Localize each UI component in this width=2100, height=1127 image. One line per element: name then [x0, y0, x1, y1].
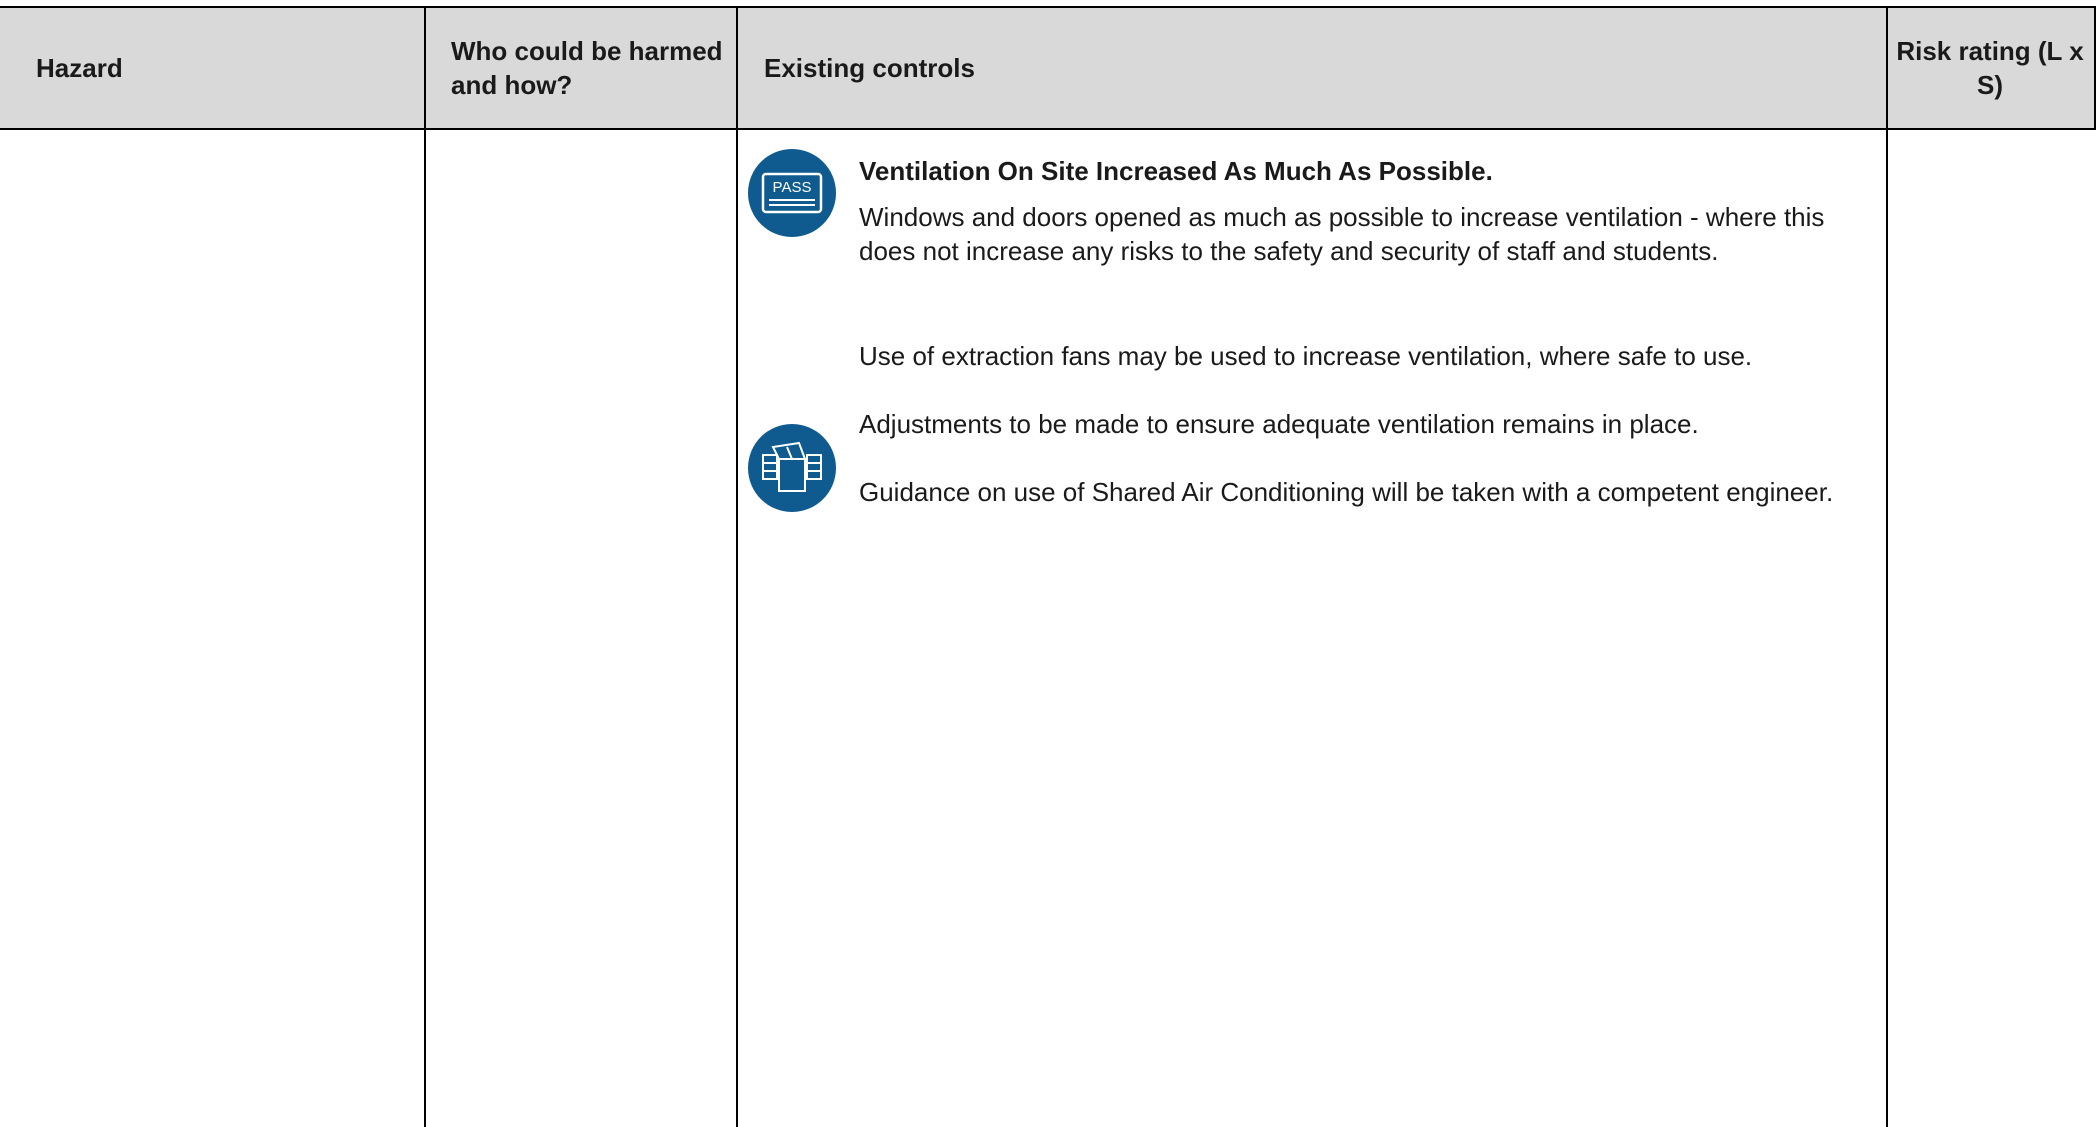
box-icon — [748, 424, 836, 512]
control-title: Ventilation On Site Increased As Much As… — [859, 156, 1493, 186]
header-hazard: Hazard — [36, 53, 123, 83]
control-paragraph: Guidance on use of Shared Air Conditioni… — [859, 477, 1834, 507]
pass-icon-text: PASS — [773, 179, 812, 196]
control-paragraph: Windows and doors opened as much as poss… — [859, 202, 1825, 266]
column-divider-3 — [1886, 6, 1888, 1127]
header-existing-controls: Existing controls — [764, 53, 975, 83]
header-risk-rating: Risk rating (L x S) — [1896, 36, 2084, 100]
pass-card-icon: PASS — [748, 149, 836, 237]
control-paragraph: Use of extraction fans may be used to in… — [859, 341, 1753, 371]
header-right-border — [2094, 6, 2096, 130]
control-paragraph: Adjustments to be made to ensure adequat… — [859, 409, 1699, 439]
column-divider-1 — [424, 6, 426, 1127]
header-who-could-be-harmed: Who could be harmed and how? — [451, 36, 723, 100]
column-divider-2 — [736, 6, 738, 1127]
table-header-row: Hazard Who could be harmed and how? Exis… — [0, 6, 2094, 130]
